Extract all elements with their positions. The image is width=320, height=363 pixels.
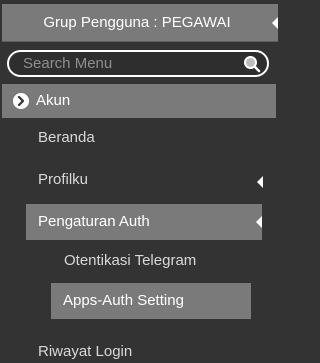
caret-left-icon xyxy=(257,176,263,188)
sidebar-item-pengaturan-auth[interactable]: Pengaturan Auth xyxy=(26,204,262,240)
sidebar-subitem-otentikasi-telegram[interactable]: Otentikasi Telegram xyxy=(64,251,196,271)
sidebar-item-profilku[interactable]: Profilku xyxy=(38,170,88,190)
chevron-right-circle-icon xyxy=(13,93,29,109)
caret-left-icon xyxy=(272,17,278,29)
sidebar-item-label: Apps-Auth Setting xyxy=(63,292,184,309)
sidebar-subitem-apps-auth-setting[interactable]: Apps-Auth Setting xyxy=(51,283,251,319)
sidebar-item-label: Pengaturan Auth xyxy=(38,213,150,230)
group-header-label: Grup Pengguna : PEGAWAI xyxy=(43,14,231,31)
caret-left-icon xyxy=(256,216,262,228)
group-header[interactable]: Grup Pengguna : PEGAWAI xyxy=(2,4,278,42)
section-akun-label: Akun xyxy=(36,92,71,109)
section-akun[interactable]: Akun xyxy=(2,84,276,118)
sidebar-item-riwayat-login[interactable]: Riwayat Login xyxy=(38,342,132,362)
sidebar-item-beranda[interactable]: Beranda xyxy=(38,128,95,148)
search-box xyxy=(7,50,269,77)
search-input[interactable] xyxy=(23,52,223,75)
search-icon[interactable] xyxy=(243,55,261,73)
